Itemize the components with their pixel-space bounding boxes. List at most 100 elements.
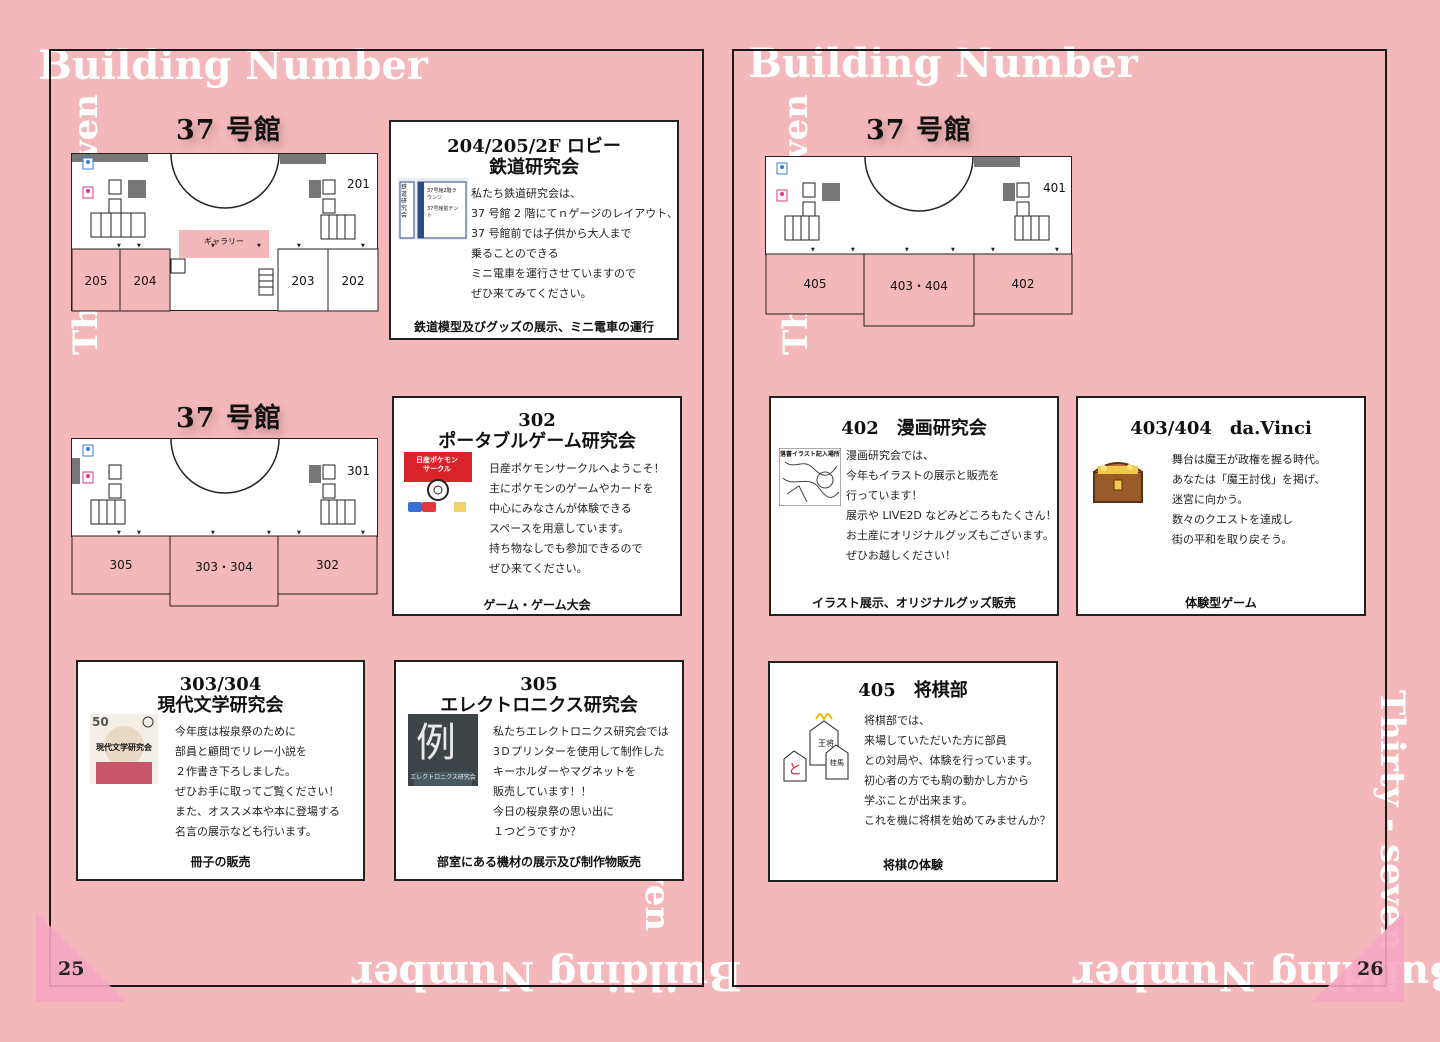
card-body-railway: 私たち鉄道研究会は、 37 号館 2 階にてｎゲージのレイアウト、 37 号館前で… xyxy=(471,184,678,304)
body-text-line: 行っています！ xyxy=(846,489,923,502)
svg-text:▼: ▼ xyxy=(211,530,215,536)
floor-map-3f: ▼ ▼ ▼ ▼ ▼ ▼ xyxy=(71,438,378,607)
card-portable-game-club: 302 ポータブルゲーム研究会 日産ポケモン サークル 日産ポケモンサークルへよ… xyxy=(392,396,682,616)
shogi-thumb-tokin: と xyxy=(788,762,802,778)
building-title-4f: 37 号館 xyxy=(866,115,972,146)
card-footer-electronics: 部室にある機材の展示及び制作物販売 xyxy=(436,855,641,869)
body-text-line: 37 号館 2 階にてｎゲージのレイアウト、 xyxy=(471,207,679,220)
card-shogi-club: 405 将棋部 王将 桂馬 と 将棋部では、 来場していただいた方に部員 との対局… xyxy=(768,661,1058,882)
card-body-davinci: 舞台は魔王が政権を握る時代。 あなたは「魔王討伐」を掲げ、 迷宮に向かう。数々のク… xyxy=(1172,450,1326,550)
body-text-line: 持ち物なしでも参加できるので xyxy=(489,542,643,555)
card-footer-railway: 鉄道模型及びグッズの展示、ミニ電車の運行 xyxy=(413,320,654,334)
card-footer-davinci: 体験型ゲーム xyxy=(1185,596,1257,610)
body-text-line: 今日の桜泉祭の思い出に xyxy=(493,805,614,818)
railway-thumb-caption-1: 鉄道研究会 xyxy=(401,184,408,219)
svg-text:▼: ▼ xyxy=(297,530,301,536)
body-text-line: ぜひお越しください！ xyxy=(846,549,956,562)
body-text-line: ぜひ来てください。 xyxy=(489,562,588,575)
railway-thumb-caption-2: 37号館2階ラウンジ xyxy=(427,188,457,201)
room-203-label: 203 xyxy=(291,274,315,288)
body-text-line: 迷宮に向かう。 xyxy=(1172,493,1249,506)
svg-text:▼: ▼ xyxy=(137,530,141,536)
card-body-manga: 漫画研究会では、今年もイラストの展示と販売を 行っています！ 展示や LIVE2D… xyxy=(846,446,1057,566)
card-footer-manga: イラスト展示、オリジナルグッズ販売 xyxy=(812,596,1016,610)
body-text-line: 展示や LIVE2D などみどころもたくさん！ xyxy=(846,509,1057,522)
gallery-label: ギャラリー xyxy=(204,237,244,246)
svg-text:▼: ▼ xyxy=(117,530,121,536)
shogi-thumb-knight: 桂馬 xyxy=(830,759,844,767)
building-title-3f: 37 号館 xyxy=(176,403,282,434)
svg-text:▼: ▼ xyxy=(1055,247,1059,253)
card-body-literature: 今年度は桜泉祭のために 部員と顧問でリレー小説を ２作書き下ろしました。ぜひお手に… xyxy=(175,722,340,842)
body-text-line: 私たちエレクトロニクス研究会では xyxy=(493,725,669,738)
building-title-2f: 37 号館 xyxy=(176,115,282,146)
body-text-line: 舞台は魔王が政権を握る時代。 xyxy=(1172,453,1326,466)
svg-text:▼: ▼ xyxy=(117,243,121,249)
manga-thumb-caption: 落書イラスト記入場所 xyxy=(780,451,840,458)
svg-text:▼: ▼ xyxy=(361,530,365,536)
body-text-line: １つどうですか？ xyxy=(493,825,581,838)
svg-text:▼: ▼ xyxy=(297,243,301,249)
body-text-line: 初心者の方でも駒の動かし方から xyxy=(864,774,1029,787)
card-title-portable-name: ポータブルゲーム研究会 xyxy=(438,431,636,452)
body-text-line: 今年度は桜泉祭のために xyxy=(175,725,296,738)
literature-thumb-50: 50 xyxy=(92,715,109,729)
body-text-line: ぜひ来てみてください。 xyxy=(471,287,592,300)
card-title-shogi: 405 将棋部 xyxy=(858,680,968,701)
card-body-electronics: 私たちエレクトロニクス研究会では 3Ｄプリンターを使用して制作した キーホルダーや… xyxy=(493,722,669,842)
railway-thumb-caption-3: 37号館前テント xyxy=(427,206,459,219)
pokemon-thumb-caption-2: サークル xyxy=(423,465,451,473)
svg-text:▼: ▼ xyxy=(811,247,815,253)
floor-map-2f: ▼ ▼ ▼ ▼ ▼ ▼ xyxy=(71,153,379,312)
body-text-line: ２作書き下ろしました。 xyxy=(175,765,296,778)
body-text-line: 主にポケモンのゲームやカードを xyxy=(489,482,654,495)
room-301-label: 301 xyxy=(347,464,370,478)
card-title-portable-room: 302 xyxy=(518,410,556,431)
body-text-line: あなたは「魔王討伐」を掲げ、 xyxy=(1172,473,1326,486)
svg-text:▼: ▼ xyxy=(851,247,855,253)
card-manga-club: 402 漫画研究会 落書イラスト記入場所 漫画研究会では、 今年もイラストの展示と… xyxy=(769,396,1059,616)
body-text-line: 日産ポケモンサークルへようこそ！ xyxy=(489,462,665,475)
body-text-line: スペースを用意しています。 xyxy=(489,522,630,535)
body-text-line: ミニ電車を運行させていますので xyxy=(471,267,636,280)
svg-text:▼: ▼ xyxy=(905,247,909,253)
room-305-label: 305 xyxy=(109,558,133,572)
treasure-chest-icon xyxy=(1093,462,1143,503)
room-202-label: 202 xyxy=(341,274,365,288)
body-text-line: 私たち鉄道研究会は、 xyxy=(471,187,581,200)
shogi-thumb-king: 王将 xyxy=(818,739,834,748)
body-text-line: ぜひお手に取ってご覧ください！ xyxy=(175,785,340,798)
svg-text:▼: ▼ xyxy=(267,530,271,536)
card-davinci: 403/404 da.Vinci 舞台は魔王が政権を握る時代。 あなたは「魔王討伐… xyxy=(1076,396,1366,616)
room-403-404-label: 403・404 xyxy=(890,279,948,293)
body-text-line: 将棋部では、 xyxy=(864,714,930,727)
body-text-line: 37 号館前では子供から大人まで xyxy=(471,227,632,240)
body-text-line: 漫画研究会では、 xyxy=(846,449,934,462)
body-text-line: 今年もイラストの展示と販売を xyxy=(846,469,1000,482)
room-401-label: 401 xyxy=(1043,181,1066,195)
svg-text:▼: ▼ xyxy=(361,243,365,249)
body-text-line: 中心にみなさんが体験できる xyxy=(489,502,632,515)
card-title-railway-room: 204/205/2F ロビー xyxy=(447,136,621,157)
card-railway-club: 204/205/2F ロビー 鉄道研究会 鉄道研究会 37号館2階ラウンジ 37… xyxy=(389,120,679,340)
page-number-left: 25 xyxy=(58,958,85,980)
body-text-line: 部員と顧問でリレー小説を xyxy=(175,745,307,758)
body-text-line: 街の平和を取り戻そう。 xyxy=(1172,533,1293,546)
card-footer-shogi: 将棋の体験 xyxy=(882,858,943,872)
svg-text:▼: ▼ xyxy=(137,243,141,249)
card-electronics-club: 305 エレクトロニクス研究会 例 エレクトロニクス研究会 私たちエレクトロニク… xyxy=(394,660,684,881)
room-303-304-label: 303・304 xyxy=(195,560,253,574)
electronics-thumb-caption: エレクトロニクス研究会 xyxy=(410,774,476,781)
card-title-literature-name: 現代文学研究会 xyxy=(157,695,284,716)
body-text-line: 名言の展示なども行います。 xyxy=(175,825,317,838)
literature-thumb-name: 現代文学研究会 xyxy=(96,743,152,752)
card-modern-literature-club: 303/304 現代文学研究会 50 現代文学研究会 今年度は桜泉祭のために 部員… xyxy=(76,660,365,881)
body-text-line: 乗ることのできる xyxy=(471,247,559,260)
floor-map-4f: ▼ ▼ ▼ ▼ ▼ ▼ xyxy=(765,156,1073,327)
card-footer-portable: ゲーム・ゲーム大会 xyxy=(483,598,591,612)
card-title-railway-name: 鉄道研究会 xyxy=(489,157,579,178)
svg-text:▼: ▼ xyxy=(951,247,955,253)
card-body-shogi: 将棋部では、 来場していただいた方に部員 との対局や、体験を行っています。 初心者の… xyxy=(864,711,1051,831)
body-text-line: 数々のクエストを達成し xyxy=(1172,513,1293,526)
body-text-line: 来場していただいた方に部員 xyxy=(864,734,1007,747)
